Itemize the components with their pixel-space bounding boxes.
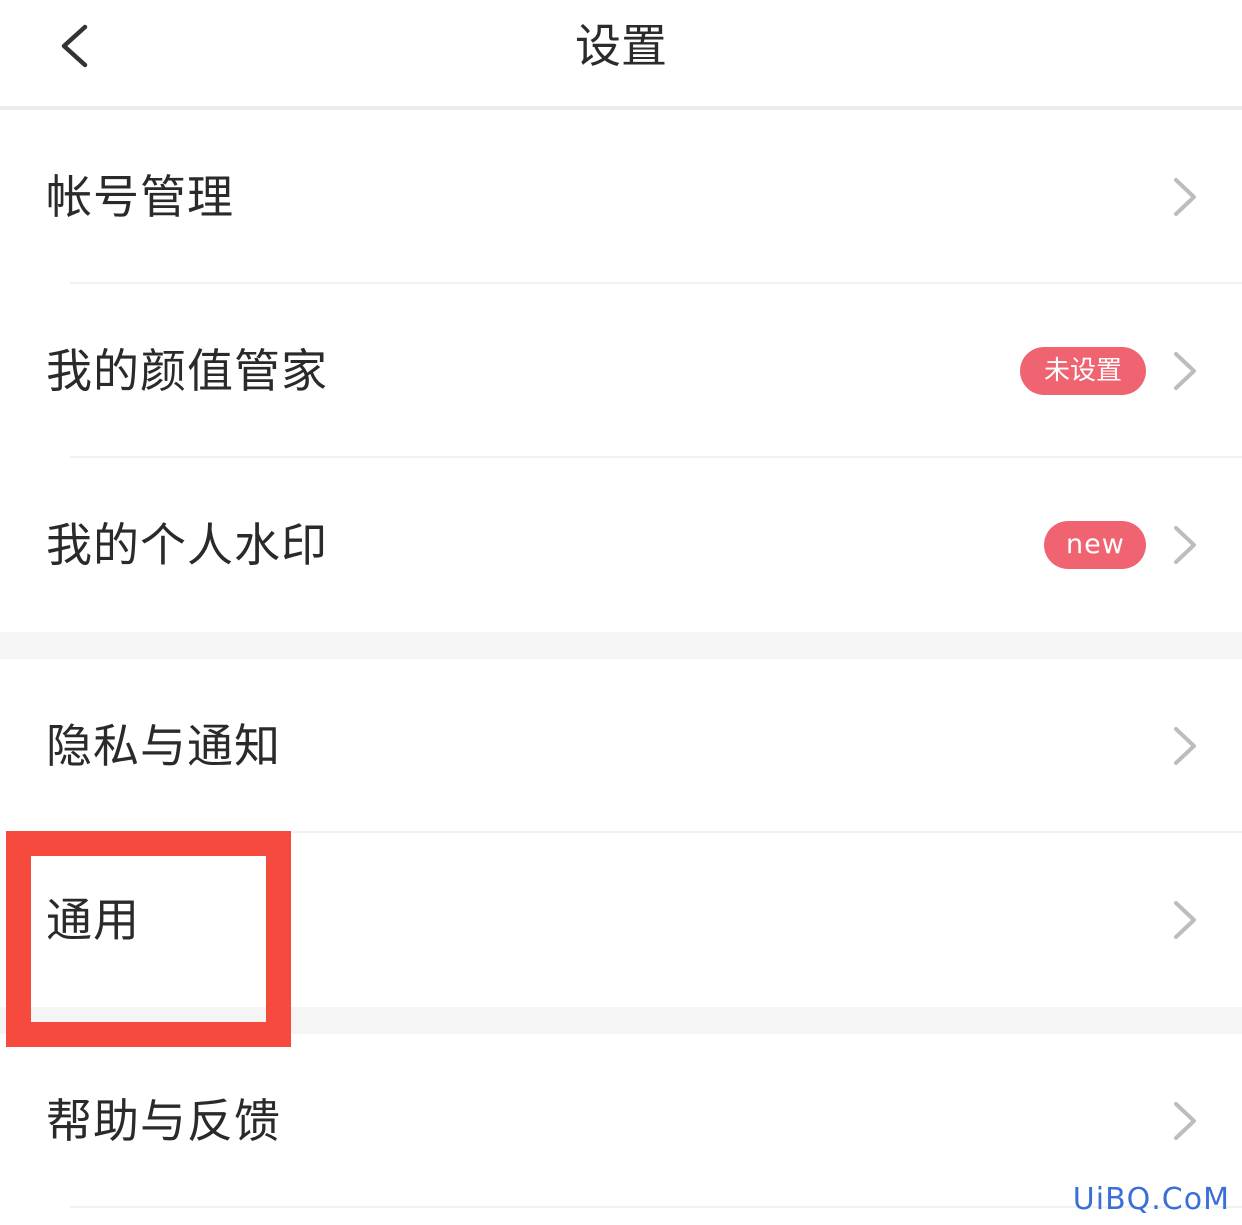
page-title: 设置 [575,19,667,73]
chevron-right-icon [1174,526,1196,564]
settings-item-label: 帮助与反馈 [46,1094,281,1148]
settings-item-general[interactable]: 通用 [0,833,1242,1007]
section-separator [0,632,1242,659]
chevron-right-icon [1174,727,1196,765]
settings-item-beauty-manager[interactable]: 我的颜值管家 未设置 [0,284,1242,458]
chevron-right-icon [1174,1102,1196,1140]
settings-item-label: 帐号管理 [46,170,234,224]
settings-item-label: 我的个人水印 [46,518,328,572]
chevron-right-icon [1174,178,1196,216]
section-separator [0,1007,1242,1034]
row-divider [70,1206,1242,1208]
chevron-right-icon [1174,901,1196,939]
settings-item-account-management[interactable]: 帐号管理 [0,110,1242,284]
new-badge: new [1044,521,1146,569]
settings-item-personal-watermark[interactable]: 我的个人水印 new [0,458,1242,632]
site-watermark: UiBQ.CoM [1072,1182,1230,1217]
status-badge-unset: 未设置 [1020,347,1146,395]
settings-item-label: 通用 [46,893,140,947]
chevron-right-icon [1174,352,1196,390]
settings-item-help-feedback[interactable]: 帮助与反馈 [0,1034,1242,1208]
settings-item-label: 隐私与通知 [46,719,281,773]
settings-item-privacy-notifications[interactable]: 隐私与通知 [0,659,1242,833]
navigation-bar: 设置 [0,0,1242,110]
settings-item-label: 我的颜值管家 [46,344,328,398]
